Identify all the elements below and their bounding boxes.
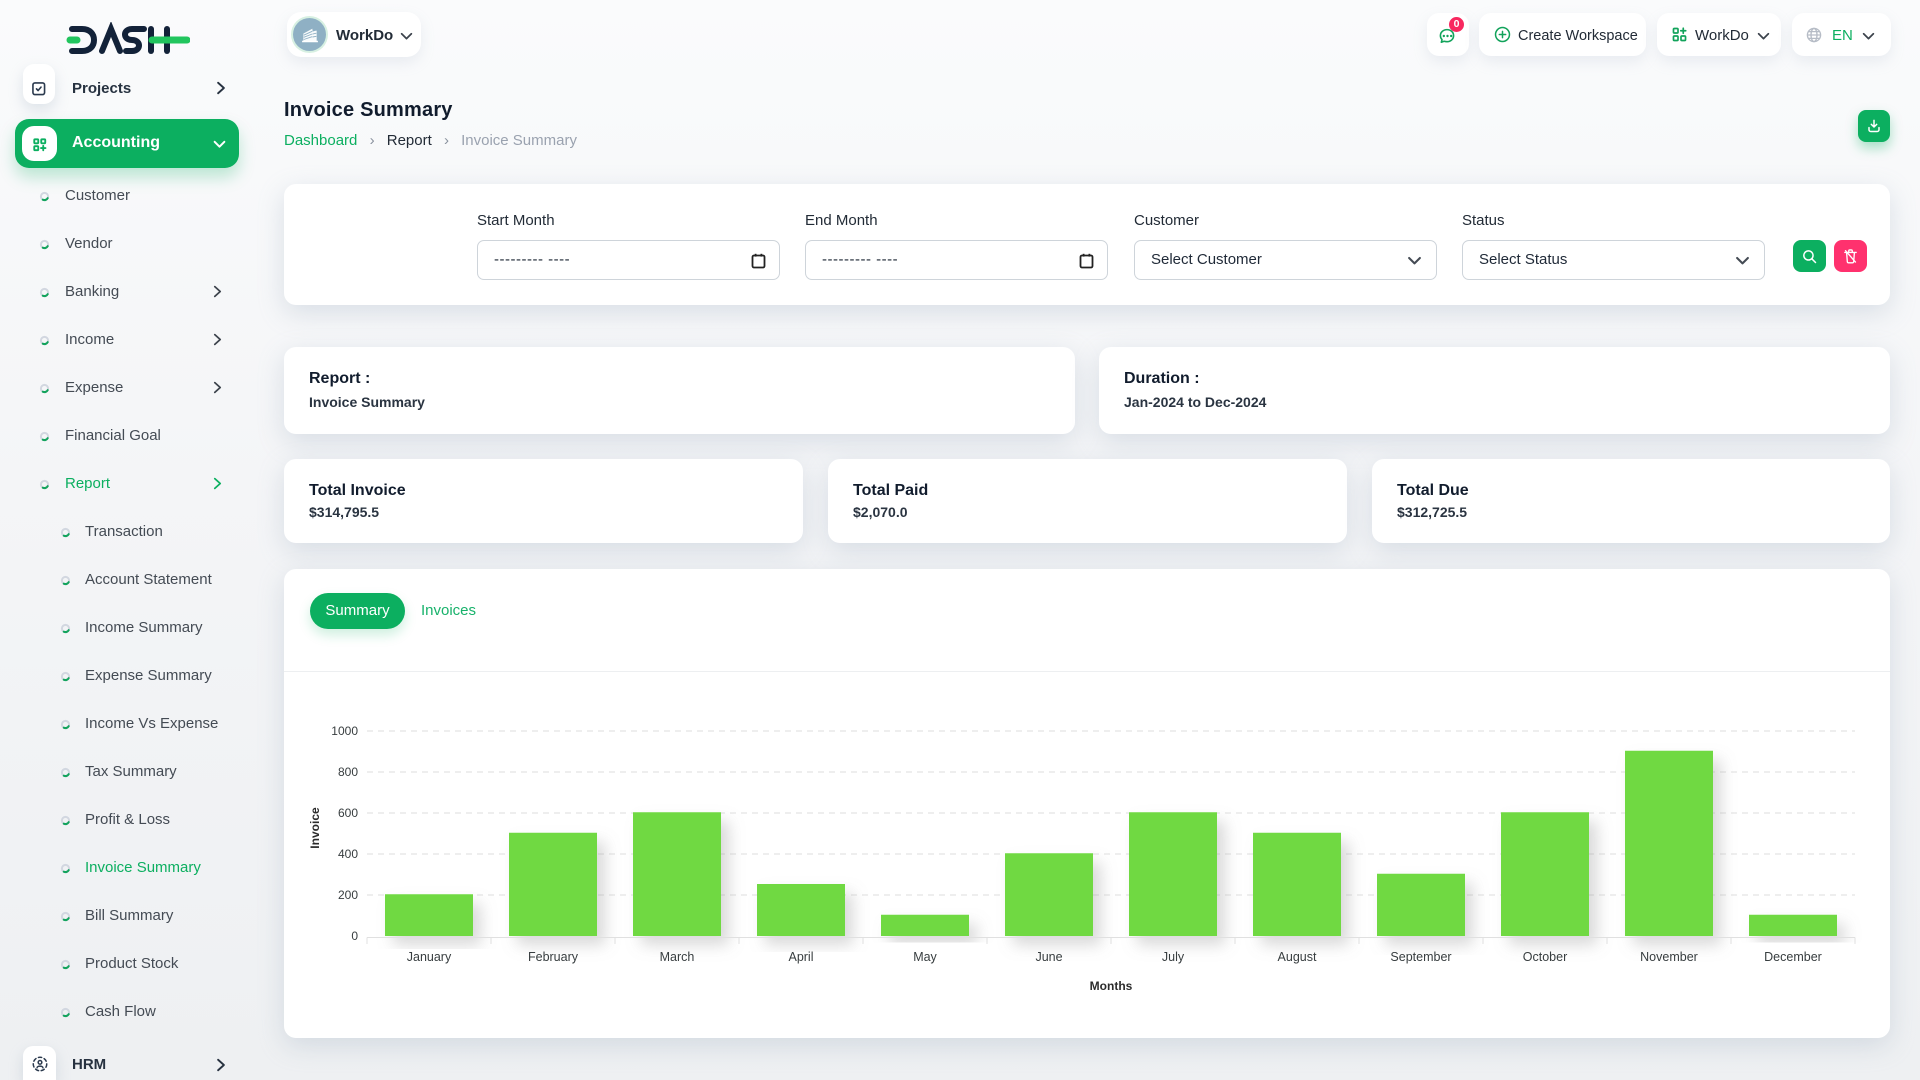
svg-text:Invoice: Invoice	[308, 807, 322, 849]
svg-text:1000: 1000	[331, 724, 358, 738]
svg-text:Months: Months	[1090, 979, 1133, 993]
svg-text:May: May	[913, 950, 937, 964]
svg-text:0: 0	[351, 929, 358, 943]
svg-text:200: 200	[338, 888, 358, 902]
svg-text:600: 600	[338, 806, 358, 820]
svg-text:February: February	[528, 950, 579, 964]
svg-text:800: 800	[338, 765, 358, 779]
svg-text:November: November	[1640, 950, 1698, 964]
svg-text:April: April	[788, 950, 813, 964]
svg-text:August: August	[1278, 950, 1317, 964]
svg-text:January: January	[407, 950, 452, 964]
svg-text:December: December	[1764, 950, 1822, 964]
svg-text:June: June	[1035, 950, 1062, 964]
svg-text:400: 400	[338, 847, 358, 861]
svg-text:September: September	[1390, 950, 1451, 964]
svg-text:July: July	[1162, 950, 1185, 964]
svg-text:October: October	[1523, 950, 1567, 964]
svg-text:March: March	[660, 950, 695, 964]
